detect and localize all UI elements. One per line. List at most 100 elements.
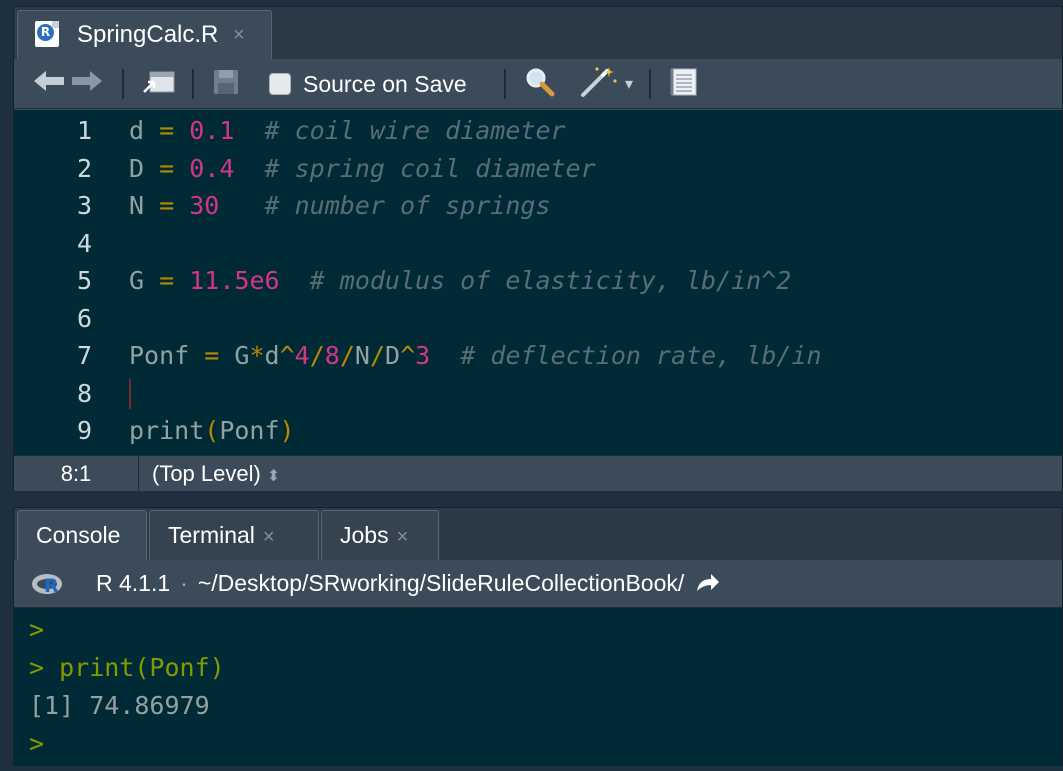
code-editor[interactable]: 1 d = 0.1 # coil wire diameter 2 D = 0.4 # … bbox=[14, 110, 1062, 455]
tab-console[interactable]: Console bbox=[17, 510, 147, 560]
toolbar-divider bbox=[122, 69, 124, 99]
forward-button[interactable] bbox=[70, 59, 104, 109]
close-icon[interactable]: × bbox=[397, 526, 409, 548]
code-token: Ponf bbox=[129, 341, 190, 370]
code-token: D bbox=[385, 341, 401, 370]
text-cursor bbox=[129, 378, 131, 409]
code-line[interactable]: 5 G = 11.5e6 # modulus of elasticity, lb/… bbox=[14, 262, 1062, 299]
console-line: [1] 74.86979 bbox=[29, 691, 210, 720]
line-number: 4 bbox=[76, 228, 92, 258]
r-version: R 4.1.1 bbox=[96, 570, 171, 596]
back-button[interactable] bbox=[32, 59, 66, 109]
toolbar-divider bbox=[192, 69, 194, 99]
code-line[interactable]: 2 D = 0.4 # spring coil diameter bbox=[14, 150, 1062, 187]
code-token: / bbox=[369, 341, 386, 370]
tab-terminal[interactable]: Terminal × bbox=[149, 510, 319, 560]
close-icon[interactable]: × bbox=[233, 24, 245, 47]
updown-arrows-icon: ⬍ bbox=[266, 468, 281, 485]
working-directory: ~/Desktop/SRworking/SlideRuleCollectionB… bbox=[197, 570, 685, 596]
code-token: / bbox=[309, 341, 325, 370]
code-tools-button[interactable]: ▾ bbox=[579, 59, 633, 109]
tab-label: Jobs bbox=[340, 522, 389, 548]
code-token: = bbox=[159, 266, 175, 295]
console-header: R R 4.1.1 · ~/Desktop/SRworking/SlideRuleC… bbox=[14, 560, 1062, 608]
tab-jobs[interactable]: Jobs × bbox=[321, 510, 439, 560]
code-token: 3 bbox=[415, 341, 431, 370]
code-token: / bbox=[339, 341, 355, 370]
code-token: 30 bbox=[189, 191, 220, 220]
scope-selector[interactable]: (Top Level) ⬍ bbox=[152, 456, 280, 492]
code-token: print bbox=[129, 416, 205, 445]
code-text: Ponf = G*d^4/8/N/D^3 # deflection rate, … bbox=[129, 337, 822, 374]
code-line[interactable]: 7 Ponf = G*d^4/8/N/D^3 # deflection rate,… bbox=[14, 337, 1062, 374]
source-pane: R SpringCalc.R × Source on Save ▾ 1 d = … bbox=[13, 6, 1063, 492]
code-token: G bbox=[234, 341, 250, 370]
code-token: d bbox=[264, 341, 280, 370]
code-text: D = 0.4 # spring coil diameter bbox=[129, 150, 596, 187]
code-text: print(Ponf) bbox=[129, 412, 295, 449]
save-icon bbox=[212, 68, 240, 101]
line-number: 1 bbox=[76, 116, 92, 145]
code-line[interactable]: 8 bbox=[14, 375, 1062, 412]
magic-wand-icon bbox=[579, 65, 619, 104]
notebook-icon bbox=[669, 67, 699, 102]
source-on-save-label: Source on Save bbox=[303, 70, 467, 97]
forward-arrow-icon[interactable] bbox=[695, 562, 721, 608]
code-token: # spring coil diameter bbox=[264, 153, 596, 183]
close-icon[interactable]: × bbox=[263, 526, 275, 548]
toolbar-divider bbox=[649, 69, 651, 99]
code-text: G = 11.5e6 # modulus of elasticity, lb/i… bbox=[129, 262, 791, 299]
code-token: = bbox=[159, 116, 175, 145]
code-token: = bbox=[204, 341, 220, 370]
code-token: G bbox=[129, 266, 145, 295]
document-outline-button[interactable] bbox=[669, 59, 699, 109]
code-token: 4 bbox=[294, 341, 310, 370]
code-token: # deflection rate, lb/in bbox=[460, 341, 822, 370]
code-token: ^ bbox=[279, 341, 295, 370]
show-in-window-button[interactable] bbox=[142, 59, 176, 109]
editor-statusbar: 8:1 (Top Level) ⬍ bbox=[14, 455, 1062, 492]
code-token: 0.4 bbox=[189, 153, 235, 183]
line-number: 6 bbox=[76, 303, 92, 333]
code-token: Ponf bbox=[219, 416, 280, 445]
search-icon bbox=[524, 66, 556, 103]
line-number: 5 bbox=[76, 266, 92, 295]
code-token: # coil wire diameter bbox=[264, 116, 566, 145]
source-on-save-checkbox[interactable] bbox=[269, 73, 291, 95]
code-line[interactable]: 4 bbox=[14, 225, 1062, 262]
save-button[interactable] bbox=[212, 59, 240, 109]
code-line[interactable]: 3 N = 30 # number of springs bbox=[14, 187, 1062, 224]
tab-springcalc[interactable]: R SpringCalc.R × bbox=[17, 10, 272, 59]
chevron-down-icon[interactable]: ▾ bbox=[625, 74, 633, 94]
console-line: > bbox=[29, 615, 45, 644]
code-line[interactable]: 1 d = 0.1 # coil wire diameter bbox=[14, 112, 1062, 149]
code-token: D bbox=[129, 153, 145, 183]
code-token: N bbox=[354, 341, 370, 370]
code-token: # modulus of elasticity, lb/in^2 bbox=[309, 266, 792, 295]
find-replace-button[interactable] bbox=[524, 59, 556, 109]
console-line: > print(Ponf) bbox=[29, 653, 225, 682]
toolbar-divider bbox=[504, 69, 506, 99]
console-pane: Console Terminal × Jobs × R R 4.1.1 · ~/Desk… bbox=[13, 507, 1063, 766]
source-on-save-toggle[interactable]: Source on Save bbox=[269, 59, 467, 109]
code-token: 8 bbox=[324, 341, 340, 370]
code-token: d bbox=[129, 116, 145, 145]
code-line[interactable]: 6 bbox=[14, 300, 1062, 337]
code-token: ( bbox=[204, 416, 220, 445]
popout-window-icon bbox=[142, 68, 176, 101]
line-number: 2 bbox=[76, 153, 92, 183]
code-line[interactable]: 9 print(Ponf) bbox=[14, 412, 1062, 449]
console-output[interactable]: > > print(Ponf) [1] 74.86979 > bbox=[14, 608, 1062, 766]
scope-label: (Top Level) bbox=[152, 461, 261, 486]
line-number: 3 bbox=[76, 191, 92, 220]
